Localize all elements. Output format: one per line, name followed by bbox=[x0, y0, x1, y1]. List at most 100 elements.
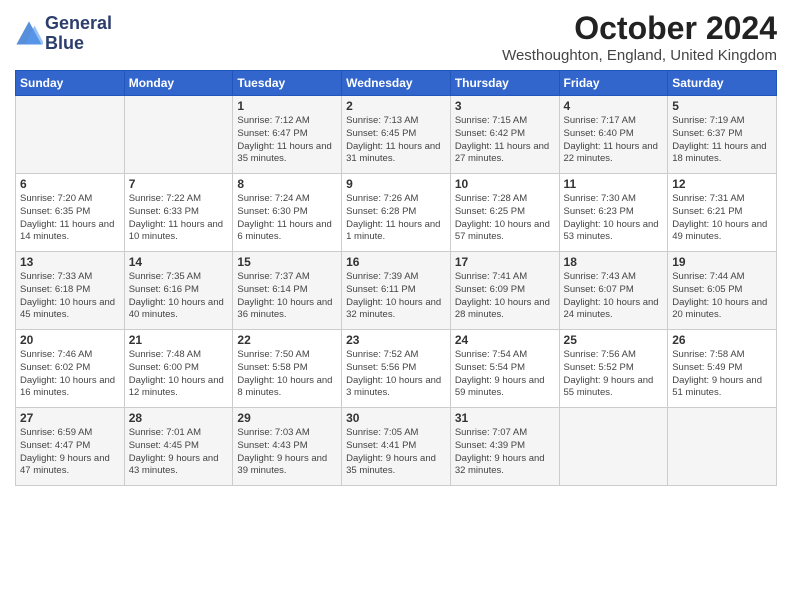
title-block: October 2024 Westhoughton, England, Unit… bbox=[502, 10, 777, 64]
calendar-cell bbox=[559, 408, 668, 486]
calendar-cell: 15Sunrise: 7:37 AM Sunset: 6:14 PM Dayli… bbox=[233, 252, 342, 330]
calendar-cell: 6 Sunrise: 7:20 AM Sunset: 6:35 PM Daylig… bbox=[16, 174, 125, 252]
calendar-cell bbox=[16, 96, 125, 174]
day-number: 20 bbox=[20, 333, 120, 347]
day-content: Sunrise: 7:48 AM Sunset: 6:00 PM Dayligh… bbox=[129, 349, 229, 400]
day-number: 16 bbox=[346, 255, 446, 269]
day-content: Sunrise: 7:52 AM Sunset: 5:56 PM Dayligh… bbox=[346, 349, 446, 400]
logo-line2: Blue bbox=[45, 34, 112, 54]
col-tuesday: Tuesday bbox=[233, 71, 342, 96]
day-content: Sunrise: 7:22 AM Sunset: 6:33 PM Dayligh… bbox=[129, 193, 229, 244]
day-content: Sunrise: 7:01 AM Sunset: 4:45 PM Dayligh… bbox=[129, 427, 229, 478]
day-content: Sunrise: 7:15 AM Sunset: 6:42 PM Dayligh… bbox=[455, 115, 555, 166]
day-content: Sunrise: 7:13 AM Sunset: 6:45 PM Dayligh… bbox=[346, 115, 446, 166]
col-sunday: Sunday bbox=[16, 71, 125, 96]
calendar-cell: 22 Sunrise: 7:50 AM Sunset: 5:58 PM Dayli… bbox=[233, 330, 342, 408]
logo-icon bbox=[15, 20, 43, 48]
calendar-cell: 21 Sunrise: 7:48 AM Sunset: 6:00 PM Dayli… bbox=[124, 330, 233, 408]
day-number: 7 bbox=[129, 177, 229, 191]
page-container: General Blue October 2024 Westhoughton, … bbox=[0, 0, 792, 491]
calendar-cell: 30 Sunrise: 7:05 AM Sunset: 4:41 PM Dayli… bbox=[342, 408, 451, 486]
col-saturday: Saturday bbox=[668, 71, 777, 96]
day-number: 3 bbox=[455, 99, 555, 113]
calendar-cell: 19 Sunrise: 7:44 AM Sunset: 6:05 PM Dayli… bbox=[668, 252, 777, 330]
calendar-cell: 8Sunrise: 7:24 AM Sunset: 6:30 PM Daylig… bbox=[233, 174, 342, 252]
day-number: 29 bbox=[237, 411, 337, 425]
calendar-cell: 12 Sunrise: 7:31 AM Sunset: 6:21 PM Dayli… bbox=[668, 174, 777, 252]
calendar-cell: 5Sunrise: 7:19 AM Sunset: 6:37 PM Daylig… bbox=[668, 96, 777, 174]
calendar-table: Sunday Monday Tuesday Wednesday Thursday… bbox=[15, 70, 777, 486]
day-content: Sunrise: 7:31 AM Sunset: 6:21 PM Dayligh… bbox=[672, 193, 772, 244]
calendar-cell: 3 Sunrise: 7:15 AM Sunset: 6:42 PM Daylig… bbox=[450, 96, 559, 174]
calendar-cell: 11Sunrise: 7:30 AM Sunset: 6:23 PM Dayli… bbox=[559, 174, 668, 252]
day-number: 6 bbox=[20, 177, 120, 191]
day-number: 15 bbox=[237, 255, 337, 269]
day-number: 23 bbox=[346, 333, 446, 347]
logo-text: General Blue bbox=[45, 14, 112, 54]
day-content: Sunrise: 7:03 AM Sunset: 4:43 PM Dayligh… bbox=[237, 427, 337, 478]
day-number: 28 bbox=[129, 411, 229, 425]
day-number: 19 bbox=[672, 255, 772, 269]
day-content: Sunrise: 7:46 AM Sunset: 6:02 PM Dayligh… bbox=[20, 349, 120, 400]
calendar-cell: 18 Sunrise: 7:43 AM Sunset: 6:07 PM Dayli… bbox=[559, 252, 668, 330]
day-content: Sunrise: 7:26 AM Sunset: 6:28 PM Dayligh… bbox=[346, 193, 446, 244]
calendar-week-2: 6 Sunrise: 7:20 AM Sunset: 6:35 PM Daylig… bbox=[16, 174, 777, 252]
day-number: 22 bbox=[237, 333, 337, 347]
calendar-cell bbox=[124, 96, 233, 174]
day-content: Sunrise: 7:54 AM Sunset: 5:54 PM Dayligh… bbox=[455, 349, 555, 400]
day-content: Sunrise: 7:17 AM Sunset: 6:40 PM Dayligh… bbox=[564, 115, 664, 166]
calendar-week-3: 13Sunrise: 7:33 AM Sunset: 6:18 PM Dayli… bbox=[16, 252, 777, 330]
col-thursday: Thursday bbox=[450, 71, 559, 96]
calendar-cell: 17 Sunrise: 7:41 AM Sunset: 6:09 PM Dayli… bbox=[450, 252, 559, 330]
day-number: 31 bbox=[455, 411, 555, 425]
day-number: 14 bbox=[129, 255, 229, 269]
day-content: Sunrise: 7:30 AM Sunset: 6:23 PM Dayligh… bbox=[564, 193, 664, 244]
day-content: Sunrise: 7:28 AM Sunset: 6:25 PM Dayligh… bbox=[455, 193, 555, 244]
header: General Blue October 2024 Westhoughton, … bbox=[15, 10, 777, 64]
calendar-cell: 4 Sunrise: 7:17 AM Sunset: 6:40 PM Daylig… bbox=[559, 96, 668, 174]
day-number: 8 bbox=[237, 177, 337, 191]
day-number: 26 bbox=[672, 333, 772, 347]
day-content: Sunrise: 7:05 AM Sunset: 4:41 PM Dayligh… bbox=[346, 427, 446, 478]
day-number: 2 bbox=[346, 99, 446, 113]
day-content: Sunrise: 7:35 AM Sunset: 6:16 PM Dayligh… bbox=[129, 271, 229, 322]
calendar-week-4: 20 Sunrise: 7:46 AM Sunset: 6:02 PM Dayli… bbox=[16, 330, 777, 408]
calendar-cell: 24Sunrise: 7:54 AM Sunset: 5:54 PM Dayli… bbox=[450, 330, 559, 408]
day-content: Sunrise: 7:56 AM Sunset: 5:52 PM Dayligh… bbox=[564, 349, 664, 400]
day-content: Sunrise: 7:39 AM Sunset: 6:11 PM Dayligh… bbox=[346, 271, 446, 322]
month-title: October 2024 bbox=[502, 10, 777, 47]
day-number: 9 bbox=[346, 177, 446, 191]
day-number: 17 bbox=[455, 255, 555, 269]
calendar-cell: 10Sunrise: 7:28 AM Sunset: 6:25 PM Dayli… bbox=[450, 174, 559, 252]
day-content: Sunrise: 7:43 AM Sunset: 6:07 PM Dayligh… bbox=[564, 271, 664, 322]
day-content: Sunrise: 7:07 AM Sunset: 4:39 PM Dayligh… bbox=[455, 427, 555, 478]
day-number: 25 bbox=[564, 333, 664, 347]
day-number: 1 bbox=[237, 99, 337, 113]
day-content: Sunrise: 7:20 AM Sunset: 6:35 PM Dayligh… bbox=[20, 193, 120, 244]
logo: General Blue bbox=[15, 14, 112, 54]
day-content: Sunrise: 7:12 AM Sunset: 6:47 PM Dayligh… bbox=[237, 115, 337, 166]
calendar-week-1: 1 Sunrise: 7:12 AM Sunset: 6:47 PM Daylig… bbox=[16, 96, 777, 174]
day-content: Sunrise: 7:58 AM Sunset: 5:49 PM Dayligh… bbox=[672, 349, 772, 400]
day-number: 30 bbox=[346, 411, 446, 425]
day-number: 4 bbox=[564, 99, 664, 113]
day-content: Sunrise: 7:50 AM Sunset: 5:58 PM Dayligh… bbox=[237, 349, 337, 400]
logo-line1: General bbox=[45, 14, 112, 34]
col-wednesday: Wednesday bbox=[342, 71, 451, 96]
day-content: Sunrise: 7:44 AM Sunset: 6:05 PM Dayligh… bbox=[672, 271, 772, 322]
day-number: 12 bbox=[672, 177, 772, 191]
calendar-cell: 1 Sunrise: 7:12 AM Sunset: 6:47 PM Daylig… bbox=[233, 96, 342, 174]
day-number: 27 bbox=[20, 411, 120, 425]
day-number: 21 bbox=[129, 333, 229, 347]
calendar-cell bbox=[668, 408, 777, 486]
day-content: Sunrise: 6:59 AM Sunset: 4:47 PM Dayligh… bbox=[20, 427, 120, 478]
calendar-cell: 7 Sunrise: 7:22 AM Sunset: 6:33 PM Daylig… bbox=[124, 174, 233, 252]
calendar-cell: 26 Sunrise: 7:58 AM Sunset: 5:49 PM Dayli… bbox=[668, 330, 777, 408]
calendar-cell: 27 Sunrise: 6:59 AM Sunset: 4:47 PM Dayli… bbox=[16, 408, 125, 486]
location-subtitle: Westhoughton, England, United Kingdom bbox=[502, 47, 777, 64]
day-content: Sunrise: 7:41 AM Sunset: 6:09 PM Dayligh… bbox=[455, 271, 555, 322]
col-monday: Monday bbox=[124, 71, 233, 96]
day-number: 18 bbox=[564, 255, 664, 269]
calendar-cell: 28 Sunrise: 7:01 AM Sunset: 4:45 PM Dayli… bbox=[124, 408, 233, 486]
calendar-cell: 14 Sunrise: 7:35 AM Sunset: 6:16 PM Dayli… bbox=[124, 252, 233, 330]
